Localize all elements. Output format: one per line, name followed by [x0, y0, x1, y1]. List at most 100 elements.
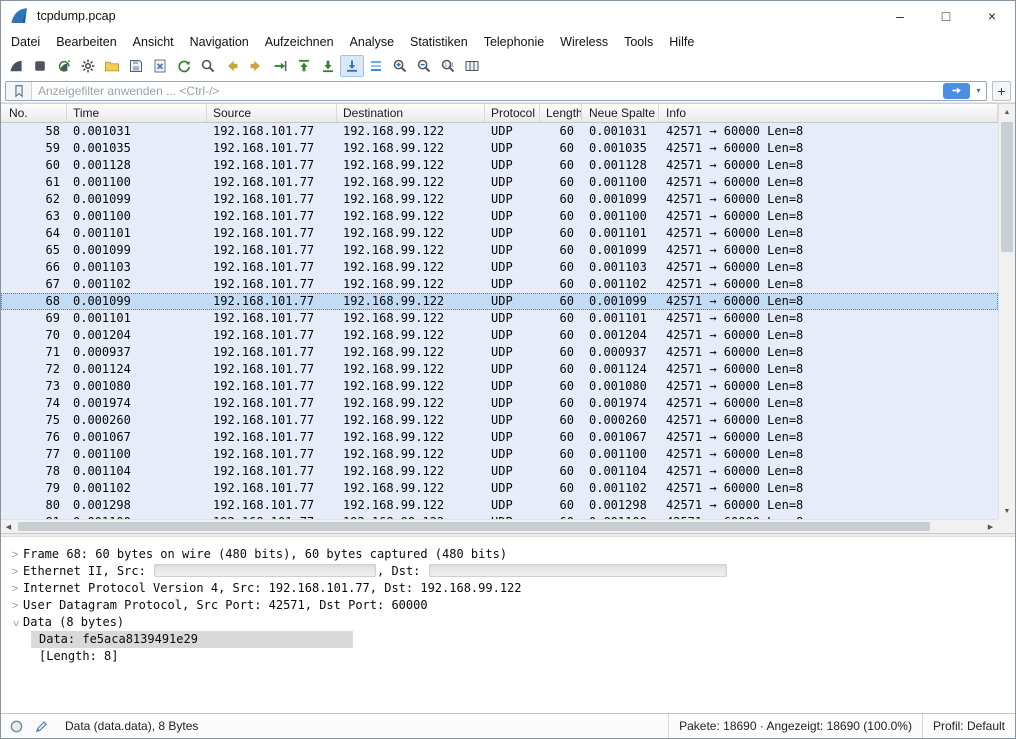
go-to-packet-button[interactable]	[268, 55, 292, 77]
expand-arrow-icon[interactable]: >	[7, 598, 23, 615]
go-back-button[interactable]	[220, 55, 244, 77]
colorize-button[interactable]	[364, 55, 388, 77]
packet-row[interactable]: 590.001035192.168.101.77192.168.99.122UD…	[1, 140, 998, 157]
packet-row[interactable]: 740.001974192.168.101.77192.168.99.122UD…	[1, 395, 998, 412]
detail-child-item[interactable]: Data: fe5aca8139491e29	[1, 631, 1015, 648]
apply-filter-button[interactable]	[943, 83, 970, 99]
packet-row[interactable]: 770.001100192.168.101.77192.168.99.122UD…	[1, 446, 998, 463]
zoom-in-button[interactable]	[388, 55, 412, 77]
menu-item-telephonie[interactable]: Telephonie	[476, 32, 552, 52]
packet-row[interactable]: 780.001104192.168.101.77192.168.99.122UD…	[1, 463, 998, 480]
column-header-no[interactable]: No.	[1, 104, 67, 122]
filter-history-dropdown[interactable]: ▾	[971, 82, 986, 100]
column-header-info[interactable]: Info	[659, 104, 998, 122]
open-file-button[interactable]	[100, 55, 124, 77]
vertical-scrollbar[interactable]: ▲ ▼	[998, 104, 1015, 519]
detail-item[interactable]: >Ethernet II, Src: , Dst:	[1, 563, 1015, 580]
packet-row[interactable]: 700.001204192.168.101.77192.168.99.122UD…	[1, 327, 998, 344]
packet-row[interactable]: 620.001099192.168.101.77192.168.99.122UD…	[1, 191, 998, 208]
find-packet-button[interactable]	[196, 55, 220, 77]
menu-item-analyse[interactable]: Analyse	[342, 32, 402, 52]
menu-item-wireless[interactable]: Wireless	[552, 32, 616, 52]
collapse-arrow-icon[interactable]: >	[7, 616, 24, 632]
scroll-left-arrow-icon[interactable]: ◀	[1, 520, 16, 533]
packet-row[interactable]: 630.001100192.168.101.77192.168.99.122UD…	[1, 208, 998, 225]
auto-scroll-button[interactable]	[340, 55, 364, 77]
packet-row[interactable]: 790.001102192.168.101.77192.168.99.122UD…	[1, 480, 998, 497]
cell-source: 192.168.101.77	[207, 446, 337, 463]
column-header-neue-spalte[interactable]: Neue Spalte	[582, 104, 659, 122]
go-forward-button[interactable]	[244, 55, 268, 77]
packet-row[interactable]: 710.000937192.168.101.77192.168.99.122UD…	[1, 344, 998, 361]
menu-item-datei[interactable]: Datei	[3, 32, 48, 52]
packet-row[interactable]: 670.001102192.168.101.77192.168.99.122UD…	[1, 276, 998, 293]
horizontal-scrollbar-thumb[interactable]	[18, 522, 930, 531]
menu-item-hilfe[interactable]: Hilfe	[661, 32, 702, 52]
detail-item[interactable]: >User Datagram Protocol, Src Port: 42571…	[1, 597, 1015, 614]
menu-item-statistiken[interactable]: Statistiken	[402, 32, 476, 52]
packet-row[interactable]: 750.000260192.168.101.77192.168.99.122UD…	[1, 412, 998, 429]
start-capture-button[interactable]	[4, 55, 28, 77]
capture-options-button[interactable]	[76, 55, 100, 77]
horizontal-scrollbar[interactable]: ◀ ▶	[1, 519, 998, 533]
column-header-destination[interactable]: Destination	[337, 104, 485, 122]
reload-file-button[interactable]	[172, 55, 196, 77]
stop-capture-button[interactable]	[28, 55, 52, 77]
expand-arrow-icon[interactable]: >	[7, 564, 23, 581]
zoom-out-button[interactable]	[412, 55, 436, 77]
cell-neue-spalte: 0.001099	[582, 293, 659, 310]
packet-row[interactable]: 600.001128192.168.101.77192.168.99.122UD…	[1, 157, 998, 174]
packet-row[interactable]: 680.001099192.168.101.77192.168.99.122UD…	[1, 293, 998, 310]
add-filter-button-button[interactable]: +	[992, 81, 1011, 101]
packet-row[interactable]: 580.001031192.168.101.77192.168.99.122UD…	[1, 123, 998, 140]
maximize-button[interactable]: □	[923, 1, 969, 31]
detail-item[interactable]: >Frame 68: 60 bytes on wire (480 bits), …	[1, 546, 1015, 563]
packet-row[interactable]: 730.001080192.168.101.77192.168.99.122UD…	[1, 378, 998, 395]
packet-count-status: Pakete: 18690 · Angezeigt: 18690 (100.0%…	[668, 714, 922, 738]
menu-item-aufzeichnen[interactable]: Aufzeichnen	[257, 32, 342, 52]
cell-no: 74	[1, 395, 67, 412]
column-header-source[interactable]: Source	[207, 104, 337, 122]
scroll-down-arrow-icon[interactable]: ▼	[999, 503, 1015, 519]
filter-bookmark-button[interactable]	[6, 82, 32, 100]
close-button[interactable]: ×	[969, 1, 1015, 31]
scroll-right-arrow-icon[interactable]: ▶	[983, 520, 998, 533]
profile-selector[interactable]: Profil: Default	[922, 714, 1015, 738]
last-packet-button[interactable]	[316, 55, 340, 77]
cell-destination: 192.168.99.122	[337, 123, 485, 140]
zoom-original-button[interactable]: 1:1	[436, 55, 460, 77]
menu-item-navigation[interactable]: Navigation	[182, 32, 257, 52]
menu-item-tools[interactable]: Tools	[616, 32, 661, 52]
expert-info-button[interactable]	[6, 716, 26, 736]
menu-item-bearbeiten[interactable]: Bearbeiten	[48, 32, 124, 52]
minimize-button[interactable]: –	[877, 1, 923, 31]
capture-comment-button[interactable]	[31, 716, 51, 736]
column-header-time[interactable]: Time	[67, 104, 207, 122]
column-header-protocol[interactable]: Protocol	[485, 104, 540, 122]
expand-arrow-icon[interactable]: >	[7, 547, 23, 564]
save-file-button[interactable]	[124, 55, 148, 77]
packet-row[interactable]: 720.001124192.168.101.77192.168.99.122UD…	[1, 361, 998, 378]
expand-arrow-icon[interactable]: >	[7, 581, 23, 598]
packet-row[interactable]: 650.001099192.168.101.77192.168.99.122UD…	[1, 242, 998, 259]
cell-length: 60	[540, 242, 582, 259]
menu-item-ansicht[interactable]: Ansicht	[125, 32, 182, 52]
packet-row[interactable]: 800.001298192.168.101.77192.168.99.122UD…	[1, 497, 998, 514]
resize-columns-button[interactable]	[460, 55, 484, 77]
display-filter-input[interactable]	[32, 84, 943, 98]
close-file-button[interactable]	[148, 55, 172, 77]
scroll-up-arrow-icon[interactable]: ▲	[999, 104, 1015, 120]
packet-row[interactable]: 640.001101192.168.101.77192.168.99.122UD…	[1, 225, 998, 242]
packet-row[interactable]: 690.001101192.168.101.77192.168.99.122UD…	[1, 310, 998, 327]
detail-item[interactable]: >Internet Protocol Version 4, Src: 192.1…	[1, 580, 1015, 597]
restart-capture-button[interactable]	[52, 55, 76, 77]
vertical-scrollbar-thumb[interactable]	[1001, 122, 1013, 252]
detail-item[interactable]: >Data (8 bytes)	[1, 614, 1015, 631]
first-packet-button[interactable]	[292, 55, 316, 77]
detail-child-item[interactable]: [Length: 8]	[1, 648, 1015, 665]
packet-row[interactable]: 610.001100192.168.101.77192.168.99.122UD…	[1, 174, 998, 191]
packet-row[interactable]: 660.001103192.168.101.77192.168.99.122UD…	[1, 259, 998, 276]
column-header-length[interactable]: Length	[540, 104, 582, 122]
packet-row[interactable]: 760.001067192.168.101.77192.168.99.122UD…	[1, 429, 998, 446]
cell-length: 60	[540, 310, 582, 327]
